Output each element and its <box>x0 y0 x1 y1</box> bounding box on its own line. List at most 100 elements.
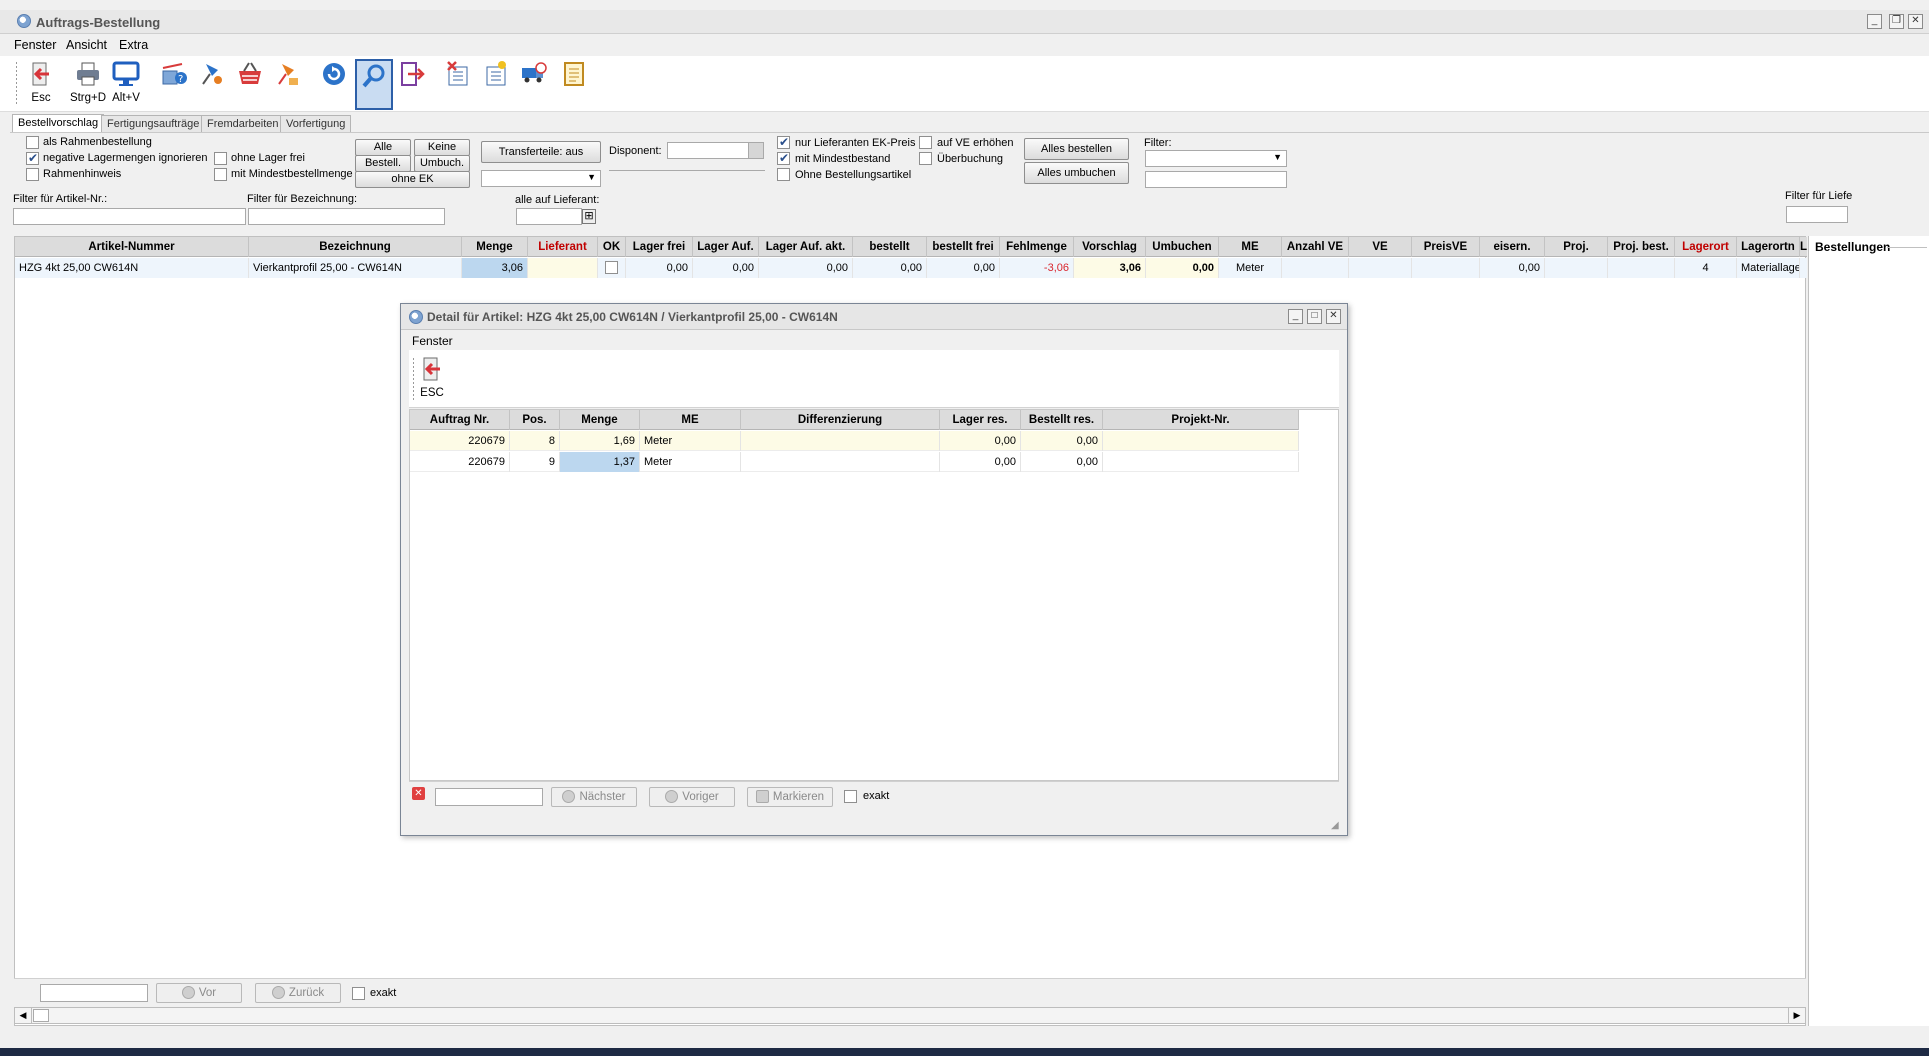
close-icon[interactable]: ✕ <box>1908 14 1923 29</box>
col-fehlmenge[interactable]: Fehlmenge <box>1000 237 1074 257</box>
negative-lagermengen-checkbox[interactable] <box>26 151 39 165</box>
cell-umbuchen[interactable]: 0,00 <box>1146 258 1219 278</box>
col-ve[interactable]: VE <box>1349 237 1412 257</box>
bestell-button[interactable]: Bestell. <box>355 155 411 172</box>
col-pos[interactable]: Pos. <box>510 410 560 430</box>
col-bestellt-frei[interactable]: bestellt frei <box>927 237 1000 257</box>
cell-lieferant[interactable] <box>528 258 598 278</box>
dialog-minimize-icon[interactable]: _ <box>1288 309 1303 324</box>
cell-menge[interactable]: 3,06 <box>462 258 528 278</box>
minimize-icon[interactable]: _ <box>1867 14 1882 29</box>
col-umbuchen[interactable]: Umbuchen <box>1146 237 1219 257</box>
col-lager-auf[interactable]: Lager Auf. <box>693 237 759 257</box>
lieferant-input[interactable] <box>516 208 582 225</box>
auf-ve-erhoehen-checkbox[interactable] <box>919 136 932 149</box>
col-bezeichnung[interactable]: Bezeichnung <box>249 237 462 257</box>
scroll-left-icon[interactable]: ◀ <box>15 1008 32 1023</box>
resize-grip-icon[interactable]: ◢ <box>1331 820 1343 832</box>
naechster-button[interactable]: Nächster <box>551 787 637 807</box>
zurueck-button[interactable]: Zurück <box>255 983 341 1003</box>
ohne-ek-button[interactable]: ohne EK <box>355 171 470 188</box>
tab-vorfertigung[interactable]: Vorfertigung <box>280 115 352 132</box>
restore-icon[interactable]: ❐ <box>1889 14 1904 29</box>
pin-button[interactable] <box>198 58 226 108</box>
delivery-time-button[interactable] <box>520 58 548 108</box>
col-me[interactable]: ME <box>1219 237 1282 257</box>
col-lie[interactable]: Lie <box>1800 237 1807 257</box>
menu-fenster[interactable]: Fenster <box>14 38 56 52</box>
rahmenhinweis-checkbox[interactable] <box>26 168 39 181</box>
col-proj[interactable]: Proj. <box>1545 237 1608 257</box>
alles-umbuchen-button[interactable]: Alles umbuchen <box>1024 162 1129 184</box>
ueberbuchung-checkbox[interactable] <box>919 152 932 165</box>
order-help-button[interactable]: ? <box>160 58 188 108</box>
lieferant-picker-icon[interactable]: ⊞ <box>582 209 596 224</box>
export-button[interactable] <box>398 58 426 108</box>
dialog-close-icon[interactable]: ✕ <box>1326 309 1341 324</box>
col-artikel-nummer[interactable]: Artikel-Nummer <box>15 237 249 257</box>
clear-search-icon[interactable]: ✕ <box>412 787 425 800</box>
vor-button[interactable]: Vor <box>156 983 242 1003</box>
tab-bestellvorschlag[interactable]: Bestellvorschlag <box>12 114 105 132</box>
menu-extra[interactable]: Extra <box>119 38 148 52</box>
scroll-thumb[interactable] <box>33 1009 49 1022</box>
col-auftrag-nr[interactable]: Auftrag Nr. <box>410 410 510 430</box>
rahmenbestellung-checkbox[interactable] <box>26 136 39 149</box>
mindestbestellmenge-checkbox[interactable] <box>214 168 227 181</box>
tab-fertigungsauftraege[interactable]: Fertigungsaufträge <box>101 115 206 132</box>
ok-checkbox[interactable] <box>605 261 618 274</box>
ohne-bestellungsartikel-checkbox[interactable] <box>777 168 790 181</box>
dialog-search-input[interactable] <box>435 788 543 806</box>
transferteile-button[interactable]: Transferteile: aus <box>481 141 601 163</box>
filter-input[interactable] <box>1145 171 1287 188</box>
col-bestellt-res[interactable]: Bestellt res. <box>1021 410 1103 430</box>
markieren-button[interactable]: Markieren <box>747 787 833 807</box>
col-bestellt[interactable]: bestellt <box>853 237 927 257</box>
new-list-button[interactable] <box>482 58 510 108</box>
horizontal-scrollbar[interactable]: ◀ ▶ <box>14 1007 1806 1024</box>
col-lagerortn[interactable]: Lagerortn <box>1737 237 1800 257</box>
col-lager-res[interactable]: Lager res. <box>940 410 1021 430</box>
col-differenzierung[interactable]: Differenzierung <box>741 410 940 430</box>
col-lager-auf-akt[interactable]: Lager Auf. akt. <box>759 237 853 257</box>
mit-mindestbestand-checkbox[interactable] <box>777 151 790 165</box>
cell-menge-selected[interactable]: 1,37 <box>560 452 640 472</box>
col-menge[interactable]: Menge <box>462 237 528 257</box>
nur-lieferanten-ek-checkbox[interactable] <box>777 135 790 149</box>
transfer-select[interactable]: ▼ <box>481 170 601 187</box>
table-row[interactable]: 220679 8 1,69 Meter 0,00 0,00 <box>410 431 1299 451</box>
esc-button[interactable]: Esc <box>24 58 58 108</box>
keine-button[interactable]: Keine <box>414 139 470 156</box>
tab-fremdarbeiten[interactable]: Fremdarbeiten <box>201 115 285 132</box>
col-proj-best[interactable]: Proj. best. <box>1608 237 1675 257</box>
view-button[interactable]: Alt+V <box>108 58 144 108</box>
search-input[interactable] <box>40 984 148 1002</box>
dialog-exakt-checkbox[interactable] <box>844 790 857 803</box>
col-eisern[interactable]: eisern. <box>1480 237 1545 257</box>
col-menge[interactable]: Menge <box>560 410 640 430</box>
dialog-maximize-icon[interactable]: □ <box>1307 309 1322 324</box>
col-lager-frei[interactable]: Lager frei <box>626 237 693 257</box>
col-me[interactable]: ME <box>640 410 741 430</box>
col-projekt-nr[interactable]: Projekt-Nr. <box>1103 410 1299 430</box>
voriger-button[interactable]: Voriger <box>649 787 735 807</box>
delete-list-button[interactable] <box>444 58 472 108</box>
table-row[interactable]: HZG 4kt 25,00 CW614N Vierkantprofil 25,0… <box>15 258 1807 278</box>
dialog-menu-fenster[interactable]: Fenster <box>412 334 453 348</box>
scroll-right-icon[interactable]: ▶ <box>1788 1008 1805 1023</box>
ohne-lager-frei-checkbox[interactable] <box>214 152 227 165</box>
disponent-select[interactable] <box>667 142 764 159</box>
refresh-button[interactable] <box>320 58 348 108</box>
col-anzahl-ve[interactable]: Anzahl VE <box>1282 237 1349 257</box>
basket-button[interactable] <box>236 58 264 108</box>
alles-bestellen-button[interactable]: Alles bestellen <box>1024 138 1129 160</box>
dialog-esc-button[interactable]: ESC <box>417 353 447 403</box>
detail-search-button[interactable] <box>355 59 393 110</box>
col-vorschlag[interactable]: Vorschlag <box>1074 237 1146 257</box>
filter-bezeichnung-input[interactable] <box>248 208 445 225</box>
col-lieferant[interactable]: Lieferant <box>528 237 598 257</box>
exakt-checkbox[interactable] <box>352 987 365 1000</box>
pin-orange-button[interactable] <box>274 58 302 108</box>
filter-lieferant-input[interactable] <box>1786 206 1848 223</box>
table-row[interactable]: 220679 9 1,37 Meter 0,00 0,00 <box>410 452 1299 472</box>
